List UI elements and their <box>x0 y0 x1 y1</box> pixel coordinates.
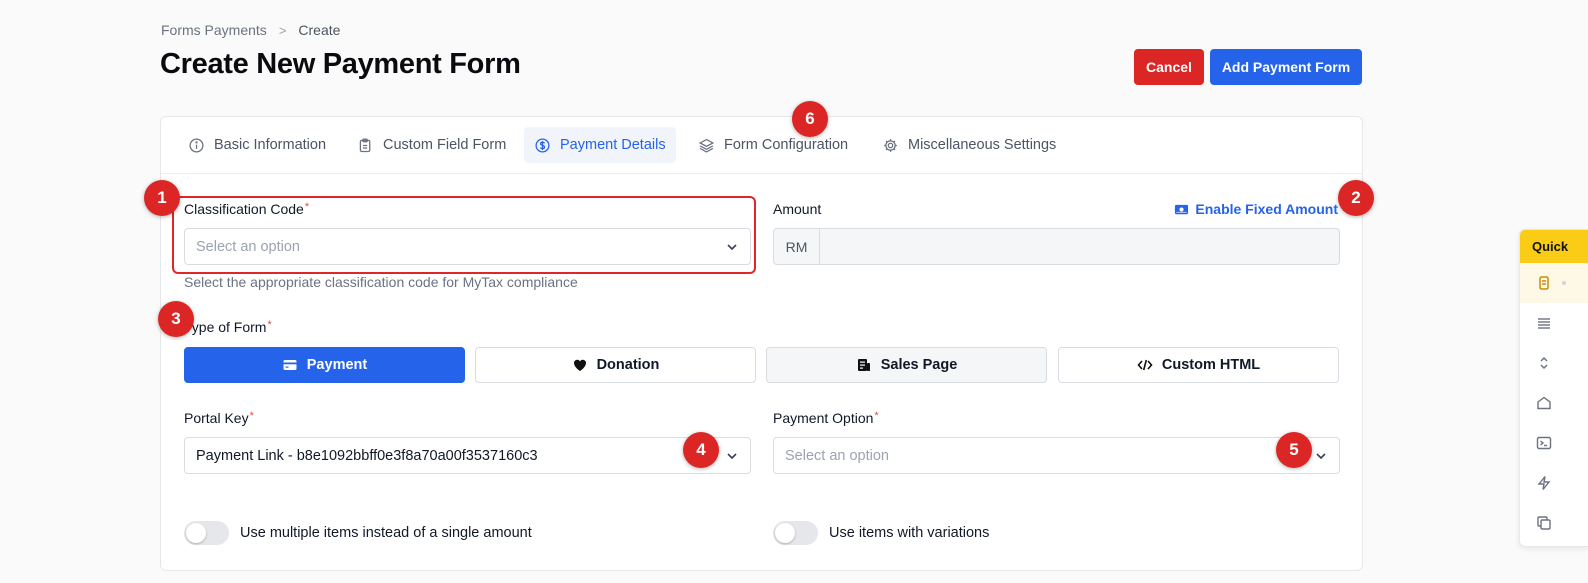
cancel-button[interactable]: Cancel <box>1134 49 1204 85</box>
amount-label: Amount <box>773 201 822 217</box>
bolt-icon <box>1537 476 1551 490</box>
dollar-circle-icon <box>535 137 550 153</box>
tab-miscellaneous-settings[interactable]: Miscellaneous Settings <box>872 127 1066 163</box>
tab-label: Basic Information <box>214 137 327 153</box>
tab-basic-information[interactable]: Basic Information <box>178 127 336 163</box>
tab-label: Custom Field Form <box>383 137 507 153</box>
quick-item-list[interactable] <box>1520 303 1588 343</box>
breadcrumb-current: Create <box>298 22 341 38</box>
chevron-down-icon <box>1316 452 1326 459</box>
home-icon <box>1537 396 1551 410</box>
multiple-items-toggle-row: Use multiple items instead of a single a… <box>184 521 532 545</box>
quick-item-home[interactable] <box>1520 383 1588 423</box>
clipboard-icon <box>359 137 371 152</box>
annotation-marker-3: 3 <box>158 301 194 337</box>
credit-card-icon <box>283 360 297 370</box>
payment-option-label: Payment Option* <box>773 410 879 426</box>
quick-item-terminal[interactable] <box>1520 423 1588 463</box>
chevron-down-icon <box>727 452 737 459</box>
heart-icon <box>573 359 586 371</box>
annotation-marker-1: 1 <box>144 180 180 216</box>
add-payment-form-button[interactable]: Add Payment Form <box>1210 49 1362 85</box>
quick-item-sort[interactable] <box>1520 343 1588 383</box>
terminal-icon <box>1536 436 1552 450</box>
amount-input[interactable]: RM <box>773 228 1340 265</box>
variations-toggle-row: Use items with variations <box>773 521 989 545</box>
tab-bar: Basic Information Custom Field Form Paym… <box>161 117 1362 174</box>
database-icon <box>1539 276 1549 290</box>
copy-icon <box>1537 516 1551 530</box>
annotation-marker-6: 6 <box>792 101 828 137</box>
breadcrumb: Forms Payments > Create <box>161 22 340 38</box>
tab-form-configuration[interactable]: Form Configuration <box>688 127 858 163</box>
info-icon <box>189 137 204 153</box>
tab-payment-details[interactable]: Payment Details <box>524 127 676 163</box>
form-type-sales-page-button[interactable]: Sales Page <box>766 347 1047 383</box>
multiple-items-label: Use multiple items instead of a single a… <box>240 525 532 541</box>
form-type-donation-button[interactable]: Donation <box>475 347 756 383</box>
code-icon <box>1137 359 1153 371</box>
form-type-custom-html-button[interactable]: Custom HTML <box>1058 347 1339 383</box>
quick-panel: Quick <box>1519 229 1588 547</box>
breadcrumb-separator-icon: > <box>278 22 287 38</box>
type-of-form-label: Type of Form* <box>184 319 272 335</box>
quick-item-database[interactable] <box>1520 263 1588 303</box>
classification-help-text: Select the appropriate classification co… <box>184 274 578 290</box>
quick-panel-title[interactable]: Quick <box>1520 230 1588 263</box>
quick-item-copy[interactable] <box>1520 503 1588 543</box>
enable-fixed-amount-link[interactable]: Enable Fixed Amount <box>1174 201 1338 217</box>
variations-toggle[interactable] <box>773 521 818 545</box>
chevron-updown-icon <box>1540 356 1548 370</box>
receipt-icon <box>857 359 870 371</box>
annotation-marker-2: 2 <box>1338 180 1374 216</box>
tab-custom-field-form[interactable]: Custom Field Form <box>347 127 516 163</box>
cash-icon <box>1175 204 1189 214</box>
portal-key-label: Portal Key* <box>184 410 254 426</box>
breadcrumb-parent[interactable]: Forms Payments <box>161 22 267 38</box>
portal-key-select[interactable]: Payment Link - b8e1092bbff0e3f8a70a00f35… <box>184 437 751 474</box>
form-type-payment-button[interactable]: Payment <box>184 347 465 383</box>
multiple-items-toggle[interactable] <box>184 521 229 545</box>
tab-label: Payment Details <box>560 137 666 153</box>
list-icon <box>1538 318 1550 329</box>
annotation-marker-5: 5 <box>1276 432 1312 468</box>
form-card: Basic Information Custom Field Form Paym… <box>160 116 1363 571</box>
classification-highlight-box <box>172 196 756 274</box>
tab-label: Miscellaneous Settings <box>908 137 1057 153</box>
tab-label: Form Configuration <box>724 137 849 153</box>
annotation-marker-4: 4 <box>683 432 719 468</box>
quick-item-bolt[interactable] <box>1520 463 1588 503</box>
variations-label: Use items with variations <box>829 525 990 541</box>
page-title: Create New Payment Form <box>160 48 521 80</box>
gear-icon <box>884 138 897 152</box>
currency-prefix: RM <box>774 229 820 264</box>
layers-icon <box>698 138 715 153</box>
payment-option-select[interactable]: Select an option <box>773 437 1340 474</box>
